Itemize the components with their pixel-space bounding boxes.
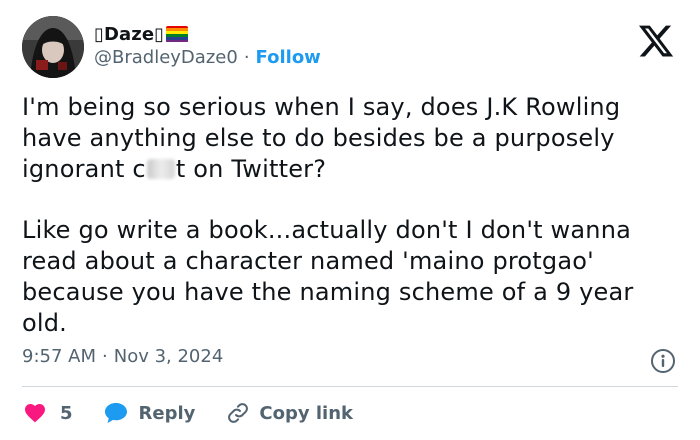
tweet-card: ▯Daze▯ @BradleyDaze0 · Follow I'm being … xyxy=(0,0,700,440)
tweet-paragraph-2: Like go write a book...actually don't I … xyxy=(22,216,634,337)
action-bar: 5 Reply Copy link xyxy=(22,398,353,428)
avatar[interactable] xyxy=(22,16,84,78)
copy-link-button[interactable]: Copy link xyxy=(225,401,353,425)
display-name[interactable]: ▯Daze▯ xyxy=(94,24,164,45)
x-logo-icon[interactable] xyxy=(636,22,676,60)
like-button[interactable]: 5 xyxy=(22,401,103,425)
tweet-timestamp[interactable]: 9:57 AM · Nov 3, 2024 xyxy=(22,346,223,367)
tweet-time: 9:57 AM xyxy=(22,346,96,367)
author-name-row: ▯Daze▯ xyxy=(94,19,189,49)
author-handle-row: @BradleyDaze0 · Follow xyxy=(94,47,321,68)
censored-blur xyxy=(146,158,175,179)
tweet-text: I'm being so serious when I say, does J.… xyxy=(22,92,682,338)
link-icon xyxy=(228,403,249,423)
info-icon[interactable] xyxy=(650,348,676,374)
author-handle[interactable]: @BradleyDaze0 xyxy=(94,47,238,68)
tweet-date: Nov 3, 2024 xyxy=(113,346,224,367)
like-count: 5 xyxy=(60,402,73,424)
tweet-paragraph-1: I'm being so serious when I say, does J.… xyxy=(22,93,621,183)
heart-icon xyxy=(25,404,45,423)
reply-button[interactable]: Reply xyxy=(103,401,226,425)
pride-flag-icon xyxy=(166,25,189,43)
separator-dot: · xyxy=(102,346,108,367)
follow-button[interactable]: Follow xyxy=(256,47,321,68)
copy-link-label: Copy link xyxy=(259,402,353,424)
speech-bubble-icon xyxy=(104,403,127,423)
reply-label: Reply xyxy=(138,402,196,424)
flag-stripe xyxy=(166,39,189,43)
divider xyxy=(22,386,678,387)
separator-dot: · xyxy=(243,47,250,68)
